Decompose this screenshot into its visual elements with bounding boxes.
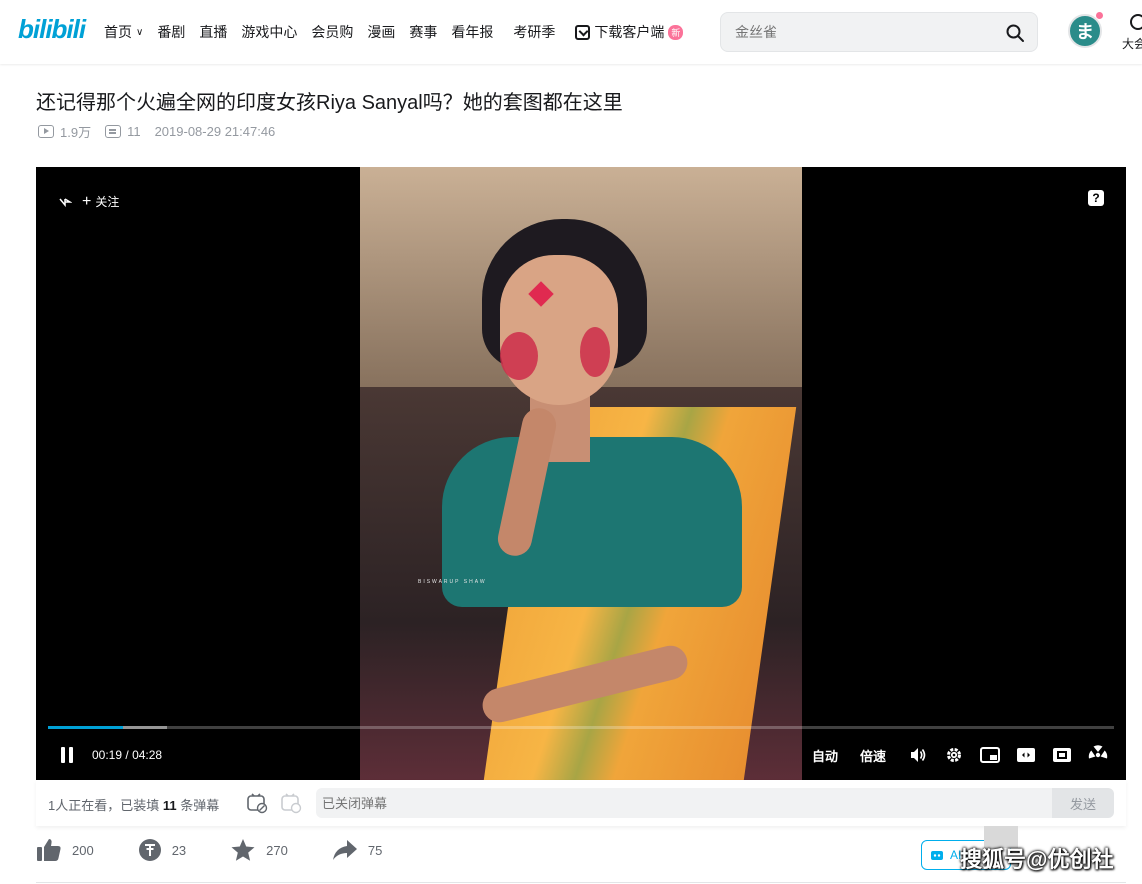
video-frame: BISWARUP SHAW [360,167,802,780]
favorite-button[interactable]: 270 [230,838,288,862]
danmaku-icon [105,125,122,138]
main-nav: 首页 ∨ 番剧 直播 游戏中心 会员购 漫画 赛事 看年报 考研季 下载客户端 新 [104,22,697,42]
publish-date: 2019-08-29 21:47:46 [154,124,276,139]
notification-dot [1096,12,1103,19]
web-fullscreen-icon[interactable] [1052,745,1072,765]
danmaku-count: 11 [105,124,141,139]
video-player[interactable]: BISWARUP SHAW + 关注 ? 00:19 / 04:28 自动 倍速 [36,167,1126,780]
video-meta: 1.9万 11 2019-08-29 21:47:46 [38,122,289,141]
pause-button[interactable] [60,747,74,763]
nav-item-exam-season[interactable]: 考研季 [513,22,555,42]
search-box [720,12,1038,52]
progress-bar[interactable] [48,726,1114,729]
help-icon[interactable]: ? [1088,190,1104,206]
like-button[interactable]: 200 [36,838,94,862]
danmaku-input[interactable] [316,788,1052,818]
search-icon[interactable] [1005,23,1025,43]
download-client-link[interactable]: 下载客户端 新 [575,22,684,42]
user-avatar[interactable]: ま [1068,14,1102,48]
played-bar [48,726,123,729]
view-count: 1.9万 [38,122,91,141]
danmaku-toggle-icon[interactable] [246,792,268,814]
nav-item-game-center[interactable]: 游戏中心 [241,22,297,42]
video-title: 还记得那个火遍全网的印度女孩Riya Sanyal吗？她的套图都在这里 [36,92,623,114]
fullscreen-icon[interactable] [1088,745,1108,765]
robot-icon [931,851,943,860]
follow-button[interactable]: + 关注 [58,193,119,210]
star-icon [231,839,255,861]
top-header: bilibili 首页 ∨ 番剧 直播 游戏中心 会员购 漫画 赛事 看年报 考研… [0,0,1142,64]
settings-gear-icon[interactable] [944,745,964,765]
player-controls: 00:19 / 04:28 自动 倍速 [36,739,1126,773]
coin-button[interactable]: 23 [138,838,186,862]
share-arrow-icon [332,840,357,860]
widescreen-icon[interactable] [1016,745,1036,765]
speed-button[interactable]: 倍速 [860,746,886,765]
thumbs-up-icon [37,839,61,861]
chevron-down-icon: ∨ [136,26,144,38]
danmaku-bar: 1人正在看，已装填 11 条弹幕 发送 [36,780,1126,826]
nav-item-annual-report[interactable]: 看年报 [451,22,493,42]
quality-button[interactable]: 自动 [812,746,838,765]
nav-item-mall[interactable]: 会员购 [311,22,353,42]
send-danmaku-button[interactable]: 发送 [1052,788,1114,818]
nav-item-esports[interactable]: 赛事 [409,22,437,42]
sohu-watermark: 搜狐号@优创社 [960,847,1114,872]
video-actions: 200 23 270 75 [36,838,426,862]
nav-item-live[interactable]: 直播 [199,22,227,42]
coin-icon [138,839,161,861]
viewer-info: 1人正在看，已装填 11 条弹幕 [48,798,220,813]
volume-icon[interactable] [908,745,928,765]
controls-right: 自动 倍速 [790,745,1108,765]
vip-label[interactable]: 大会 [1122,35,1142,52]
search-input[interactable] [735,24,985,40]
download-icon [575,24,591,40]
danmaku-settings-icon[interactable] [280,792,302,814]
play-count-icon [38,125,54,138]
vip-icon[interactable] [1130,14,1142,30]
share-button[interactable]: 75 [332,838,382,862]
time-display: 00:19 / 04:28 [92,748,163,762]
section-divider [36,882,1126,883]
nav-item-bangumi[interactable]: 番剧 [157,22,185,42]
plus-icon: + [82,192,92,210]
photo-watermark: BISWARUP SHAW [418,579,487,585]
nav-item-home[interactable]: 首页 ∨ [104,22,143,42]
new-badge: 新 [668,24,684,40]
bilibili-logo[interactable]: bilibili [18,14,86,45]
nav-item-manga[interactable]: 漫画 [367,22,395,42]
picture-in-picture-icon[interactable] [980,745,1000,765]
uploader-logo-icon [59,197,72,207]
